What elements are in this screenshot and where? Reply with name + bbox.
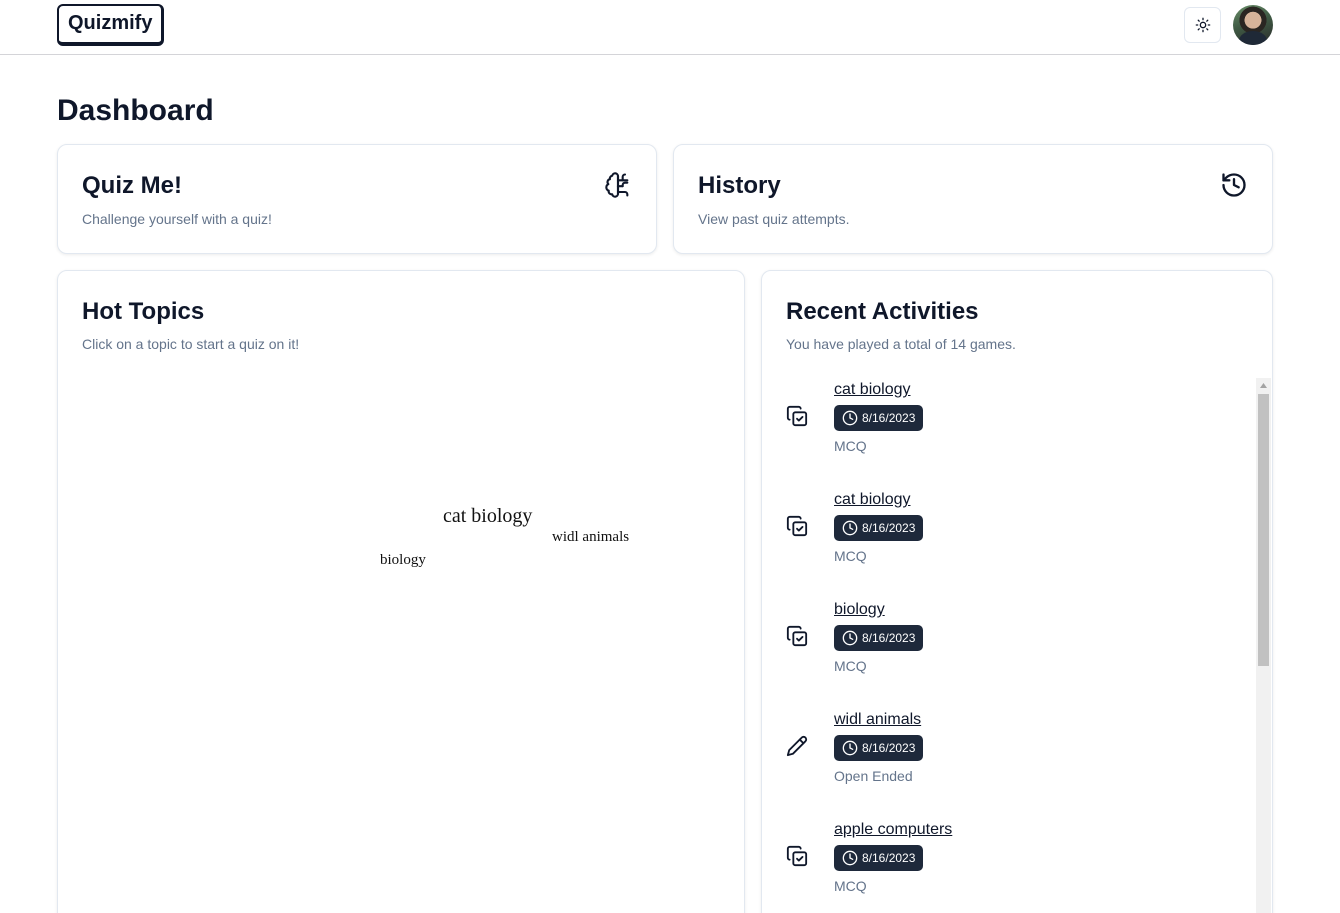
history-icon <box>1222 173 1246 197</box>
hot-topics-title: Hot Topics <box>82 298 205 325</box>
activity-topic-link[interactable]: cat biology <box>834 379 911 401</box>
copy-check-icon <box>786 515 808 537</box>
activity-list[interactable]: cat biology 8/16/2023 MCQ cat biology 8/… <box>786 379 1256 913</box>
activity-item: widl animals 8/16/2023 Open Ended <box>786 709 1226 809</box>
date-text: 8/16/2023 <box>862 631 916 645</box>
quiz-type: Open Ended <box>834 768 913 784</box>
logo-link[interactable]: Quizmify <box>57 4 165 46</box>
date-text: 8/16/2023 <box>862 521 916 535</box>
date-text: 8/16/2023 <box>862 851 916 865</box>
quiz-type: MCQ <box>834 878 867 894</box>
topic-word[interactable]: biology <box>380 552 426 569</box>
clock-icon <box>842 850 858 866</box>
scroll-up-arrow-icon[interactable] <box>1256 378 1271 392</box>
brain-circuit-icon <box>605 172 629 198</box>
activity-topic-link[interactable]: cat biology <box>834 489 911 511</box>
quiz-type: MCQ <box>834 658 867 674</box>
date-badge: 8/16/2023 <box>834 735 924 761</box>
page-title: Dashboard <box>57 94 214 127</box>
recent-activities-title: Recent Activities <box>786 298 979 325</box>
date-badge: 8/16/2023 <box>834 845 924 871</box>
activity-scrollbar[interactable] <box>1256 378 1271 913</box>
date-badge: 8/16/2023 <box>834 625 924 651</box>
copy-check-icon <box>786 405 808 427</box>
history-subtitle: View past quiz attempts. <box>698 211 850 227</box>
activity-item: biology 8/16/2023 MCQ <box>786 599 1226 699</box>
quiz-type: MCQ <box>834 548 867 564</box>
sun-icon <box>1195 17 1210 33</box>
activity-item: cat biology 8/16/2023 MCQ <box>786 489 1226 589</box>
history-title: History <box>698 172 781 199</box>
clock-icon <box>842 410 858 426</box>
clock-icon <box>842 520 858 536</box>
hot-topics-subtitle: Click on a topic to start a quiz on it! <box>82 336 300 352</box>
copy-check-icon <box>786 625 808 647</box>
quiz-me-title: Quiz Me! <box>82 172 182 199</box>
topic-word[interactable]: cat biology <box>443 505 532 528</box>
recent-activities-card: Recent Activities You have played a tota… <box>761 270 1273 913</box>
scrollbar-thumb[interactable] <box>1258 394 1269 666</box>
quiz-type: MCQ <box>834 438 867 454</box>
activity-item: apple computers 8/16/2023 MCQ <box>786 819 1226 913</box>
clock-icon <box>842 630 858 646</box>
quiz-me-subtitle: Challenge yourself with a quiz! <box>82 211 272 227</box>
date-text: 8/16/2023 <box>862 741 916 755</box>
date-text: 8/16/2023 <box>862 411 916 425</box>
date-badge: 8/16/2023 <box>834 405 924 431</box>
clock-icon <box>842 740 858 756</box>
activity-topic-link[interactable]: widl animals <box>834 709 921 731</box>
date-badge: 8/16/2023 <box>834 515 924 541</box>
copy-check-icon <box>786 845 808 867</box>
theme-toggle-button[interactable] <box>1184 7 1221 43</box>
recent-activities-subtitle: You have played a total of 14 games. <box>786 336 1016 352</box>
user-avatar[interactable] <box>1233 5 1273 45</box>
activity-topic-link[interactable]: biology <box>834 599 885 621</box>
pencil-icon <box>786 735 808 757</box>
topic-word[interactable]: widl animals <box>552 529 629 546</box>
top-navbar: Quizmify <box>0 0 1340 55</box>
hot-topics-card: Hot Topics Click on a topic to start a q… <box>57 270 745 913</box>
activity-topic-link[interactable]: apple computers <box>834 819 952 841</box>
quiz-me-card[interactable]: Quiz Me! Challenge yourself with a quiz! <box>57 144 657 254</box>
history-card[interactable]: History View past quiz attempts. <box>673 144 1273 254</box>
activity-item: cat biology 8/16/2023 MCQ <box>786 379 1226 479</box>
